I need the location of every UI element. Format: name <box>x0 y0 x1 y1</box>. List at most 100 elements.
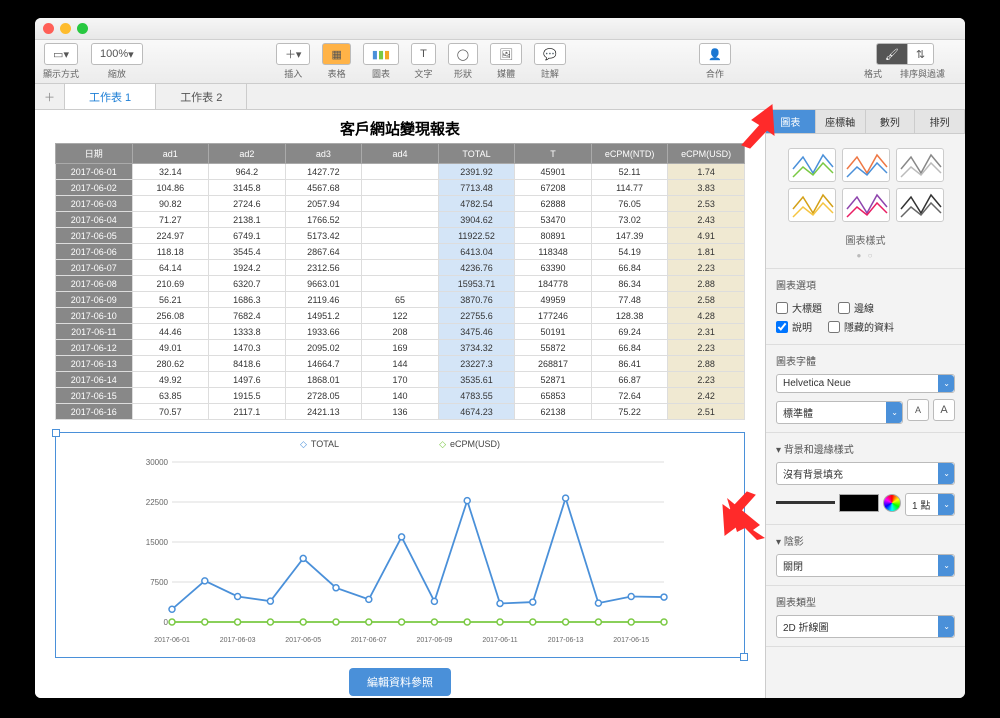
format-button[interactable]: 🖌 <box>876 43 908 65</box>
cell[interactable]: 77.48 <box>591 292 668 308</box>
col-header[interactable]: eCPM(USD) <box>668 144 745 164</box>
cell[interactable]: 73.02 <box>591 212 668 228</box>
cell[interactable]: 169 <box>362 340 439 356</box>
cell[interactable]: 62138 <box>515 404 592 420</box>
cell[interactable]: 1915.5 <box>209 388 286 404</box>
comment-button[interactable]: 💬 <box>534 43 566 65</box>
shadow-select[interactable]: 關閉⌄ <box>776 554 955 577</box>
cell[interactable]: 4567.68 <box>285 180 362 196</box>
cell[interactable]: 114.77 <box>591 180 668 196</box>
cell[interactable]: 104.86 <box>132 180 209 196</box>
cell[interactable] <box>362 260 439 276</box>
cell[interactable]: 6749.1 <box>209 228 286 244</box>
cell[interactable]: 1766.52 <box>285 212 362 228</box>
table-row[interactable]: 2017-06-1670.572117.12421.131364674.2362… <box>56 404 745 420</box>
cell[interactable]: 2117.1 <box>209 404 286 420</box>
zoom-select[interactable]: 100% ▾ <box>91 43 143 65</box>
cell[interactable]: 3535.61 <box>438 372 515 388</box>
cell[interactable]: 66.84 <box>591 260 668 276</box>
edit-data-ref-button[interactable]: 編輯資料參照 <box>349 668 451 696</box>
opt-hidden-check[interactable]: 隱藏的資料 <box>828 319 894 334</box>
cell[interactable]: 136 <box>362 404 439 420</box>
cell[interactable]: 2421.13 <box>285 404 362 420</box>
cell[interactable]: 62888 <box>515 196 592 212</box>
cell[interactable]: 1497.6 <box>209 372 286 388</box>
col-header[interactable]: eCPM(NTD) <box>591 144 668 164</box>
cell[interactable]: 118.18 <box>132 244 209 260</box>
cell[interactable]: 14951.2 <box>285 308 362 324</box>
cell[interactable]: 170 <box>362 372 439 388</box>
cell[interactable]: 32.14 <box>132 164 209 180</box>
table-row[interactable]: 2017-06-0132.14964.21427.722391.92459015… <box>56 164 745 180</box>
cell[interactable]: 9663.01 <box>285 276 362 292</box>
itab-series[interactable]: 數列 <box>866 110 916 133</box>
cell[interactable]: 7682.4 <box>209 308 286 324</box>
cell[interactable]: 128.38 <box>591 308 668 324</box>
cell[interactable]: 86.34 <box>591 276 668 292</box>
cell[interactable]: 52.11 <box>591 164 668 180</box>
table-row[interactable]: 2017-06-0390.822724.62057.944782.5462888… <box>56 196 745 212</box>
cell[interactable]: 3734.32 <box>438 340 515 356</box>
chart-button[interactable]: ▮▮▮ <box>363 43 399 65</box>
view-button[interactable]: ▭▾ <box>44 43 78 65</box>
cell[interactable]: 52871 <box>515 372 592 388</box>
chart-selection[interactable]: TOTAL eCPM(USD) 075001500022500300002017… <box>55 432 745 658</box>
cell[interactable]: 2057.94 <box>285 196 362 212</box>
cell[interactable]: 66.87 <box>591 372 668 388</box>
cell[interactable]: 3870.76 <box>438 292 515 308</box>
cell[interactable]: 1868.01 <box>285 372 362 388</box>
cell[interactable]: 1924.2 <box>209 260 286 276</box>
cell[interactable] <box>362 180 439 196</box>
tab-sheet2[interactable]: 工作表 2 <box>156 84 247 109</box>
stroke-style[interactable] <box>776 501 835 504</box>
text-button[interactable]: T <box>411 43 436 65</box>
cell[interactable]: 2017-06-06 <box>56 244 133 260</box>
cell[interactable]: 2.58 <box>668 292 745 308</box>
sort-button[interactable]: ⇅ <box>907 43 934 65</box>
table-row[interactable]: 2017-06-08210.696320.79663.0115953.71184… <box>56 276 745 292</box>
cell[interactable]: 7713.48 <box>438 180 515 196</box>
shape-button[interactable]: ◯ <box>448 43 478 65</box>
cell[interactable]: 2312.56 <box>285 260 362 276</box>
cell[interactable]: 256.08 <box>132 308 209 324</box>
cell[interactable]: 1.81 <box>668 244 745 260</box>
style-thumb[interactable] <box>788 148 836 182</box>
cell[interactable]: 4782.54 <box>438 196 515 212</box>
cell[interactable]: 49.92 <box>132 372 209 388</box>
cell[interactable]: 45901 <box>515 164 592 180</box>
cell[interactable]: 208 <box>362 324 439 340</box>
tab-sheet1[interactable]: 工作表 1 <box>65 84 156 109</box>
col-header[interactable]: T <box>515 144 592 164</box>
cell[interactable]: 69.24 <box>591 324 668 340</box>
cell[interactable]: 280.62 <box>132 356 209 372</box>
cell[interactable]: 4236.76 <box>438 260 515 276</box>
maximize-icon[interactable] <box>77 23 88 34</box>
insert-button[interactable]: ＋▾ <box>276 43 311 65</box>
cell[interactable]: 14664.7 <box>285 356 362 372</box>
minimize-icon[interactable] <box>60 23 71 34</box>
cell[interactable]: 22755.6 <box>438 308 515 324</box>
cell[interactable]: 224.97 <box>132 228 209 244</box>
cell[interactable]: 49959 <box>515 292 592 308</box>
cell[interactable]: 6413.04 <box>438 244 515 260</box>
cell[interactable]: 140 <box>362 388 439 404</box>
cell[interactable]: 2.88 <box>668 356 745 372</box>
opt-title-check[interactable]: 大標題 <box>776 300 822 315</box>
cell[interactable]: 1470.3 <box>209 340 286 356</box>
col-header[interactable]: ad2 <box>209 144 286 164</box>
cell[interactable]: 11922.52 <box>438 228 515 244</box>
cell[interactable]: 2.43 <box>668 212 745 228</box>
cell[interactable]: 2.42 <box>668 388 745 404</box>
bg-fill-select[interactable]: 沒有背景填充⌄ <box>776 462 955 485</box>
table-row[interactable]: 2017-06-1563.851915.52728.051404783.5565… <box>56 388 745 404</box>
style-thumb[interactable] <box>896 148 944 182</box>
col-header[interactable]: 日期 <box>56 144 133 164</box>
cell[interactable] <box>362 212 439 228</box>
chart-type-select[interactable]: 2D 折線圖⌄ <box>776 615 955 638</box>
cell[interactable]: 2724.6 <box>209 196 286 212</box>
font-select[interactable]: Helvetica Neue⌄ <box>776 374 955 393</box>
cell[interactable]: 71.27 <box>132 212 209 228</box>
cell[interactable]: 4674.23 <box>438 404 515 420</box>
cell[interactable]: 147.39 <box>591 228 668 244</box>
style-thumb[interactable] <box>788 188 836 222</box>
